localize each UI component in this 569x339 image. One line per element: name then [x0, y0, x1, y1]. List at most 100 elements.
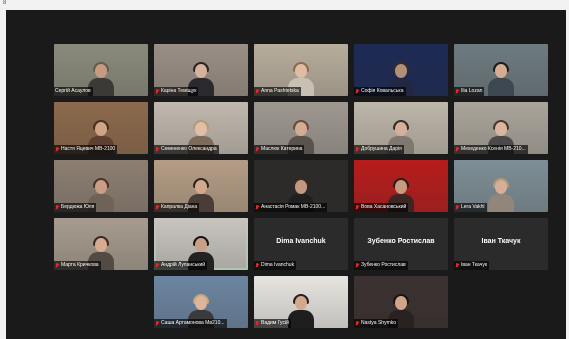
- participant-name-tag: Anna Pashtetska: [254, 87, 301, 96]
- muted-mic-icon: [155, 147, 159, 152]
- zoom-gallery-window: Сергій Асаулов Каріна Теміщук Anna Pashtet…: [6, 10, 566, 339]
- participant-name-label: Каріна Теміщук: [161, 88, 197, 94]
- participant-tile[interactable]: Саша Артамонова Мв210...: [154, 276, 248, 328]
- participant-silhouette: [288, 294, 314, 328]
- participant-name-label: Іван Ткачук: [461, 262, 488, 268]
- participant-tile[interactable]: Іван Ткачук Іван Ткачук: [454, 218, 548, 270]
- muted-mic-icon: [55, 205, 59, 210]
- participant-name-tag: Софія Ковальська: [354, 87, 406, 96]
- participant-name-tag: Бердюжа Юля: [54, 203, 97, 212]
- participant-tile[interactable]: Anna Pashtetska: [254, 44, 348, 96]
- participant-name-tag: Вадим Гусій: [254, 319, 291, 328]
- participant-name-label: Сергій Асаулов: [55, 88, 91, 94]
- muted-mic-icon: [255, 205, 259, 210]
- participant-name-tag: Добрушина Дарія: [354, 145, 404, 154]
- participant-name-label: Бердюжа Юля: [61, 204, 95, 210]
- participant-name-label: Вадим Гусій: [261, 320, 289, 326]
- participant-tile[interactable]: Марта Кричкова: [54, 218, 148, 270]
- participant-name-label: Капралка Діана: [161, 204, 198, 210]
- participant-name-label: Саша Артамонова Мв210...: [161, 320, 225, 326]
- muted-mic-icon: [155, 205, 159, 210]
- participant-name-tag: Зубенко Ростислав: [354, 261, 408, 270]
- muted-mic-icon: [455, 147, 459, 152]
- muted-mic-icon: [255, 321, 259, 326]
- participant-name-tag: Сергій Асаулов: [54, 87, 93, 96]
- participant-name-tag: Саша Артамонова Мв210...: [154, 319, 227, 328]
- participant-name-label: Dima Ivanchuk: [261, 262, 295, 268]
- participant-tile[interactable]: Ilia Lozan: [454, 44, 548, 96]
- participant-tile[interactable]: Dima Ivanchuk Dima Ivanchuk: [254, 218, 348, 270]
- corner-label: 8: [3, 0, 7, 6]
- participant-silhouette: [488, 178, 514, 212]
- participant-name-tag: Андрій Лупанський: [154, 261, 208, 270]
- participant-name-label: Ilia Lozan: [461, 88, 483, 94]
- muted-mic-icon: [355, 147, 359, 152]
- muted-mic-icon: [455, 89, 459, 94]
- muted-mic-icon: [155, 321, 159, 326]
- participant-display-name: Іван Ткачук: [481, 238, 521, 245]
- participant-tile[interactable]: Мехеденко Ксенія МВ-210...: [454, 102, 548, 154]
- muted-mic-icon: [255, 263, 259, 268]
- participant-name-label: Настя Яцевич МВ-2100: [61, 146, 116, 152]
- participant-name-label: Марта Кричкова: [61, 262, 99, 268]
- participant-name-label: Lera Vakhl: [461, 204, 485, 210]
- participant-name-label: Nastya Shymko: [361, 320, 397, 326]
- participant-name-label: Андрій Лупанський: [161, 262, 206, 268]
- participant-name-tag: Мехеденко Ксенія МВ-210...: [454, 145, 528, 154]
- muted-mic-icon: [455, 205, 459, 210]
- participant-name-tag: Dima Ivanchuk: [254, 261, 297, 270]
- participant-silhouette: [488, 62, 514, 96]
- participant-name-tag: Настя Яцевич МВ-2100: [54, 145, 118, 154]
- participant-name-tag: Каріна Теміщук: [154, 87, 199, 96]
- participant-display-name: Dima Ivanchuk: [276, 238, 326, 245]
- participant-name-tag: Ilia Lozan: [454, 87, 485, 96]
- muted-mic-icon: [355, 89, 359, 94]
- muted-mic-icon: [55, 147, 59, 152]
- muted-mic-icon: [355, 321, 359, 326]
- participant-name-label: Вова Хасановський: [361, 204, 407, 210]
- participant-tile[interactable]: Вова Хасановський: [354, 160, 448, 212]
- participant-name-label: Добрушина Дарія: [361, 146, 402, 152]
- participant-name-tag: Анастасія Ромак МВ-2100...: [254, 203, 328, 212]
- participant-name-label: Анастасія Ромак МВ-2100...: [261, 204, 326, 210]
- participant-name-tag: Марта Кричкова: [54, 261, 101, 270]
- participant-tile[interactable]: Добрушина Дарія: [354, 102, 448, 154]
- participant-name-tag: Капралка Діана: [154, 203, 200, 212]
- participant-name-label: Anna Pashtetska: [261, 88, 299, 94]
- participant-grid: Сергій Асаулов Каріна Теміщук Anna Pashtet…: [54, 44, 550, 334]
- muted-mic-icon: [155, 89, 159, 94]
- participant-name-tag: Іван Ткачук: [454, 261, 490, 270]
- participant-name-label: Маслюк Катерина: [261, 146, 303, 152]
- participant-name-label: Семененко Олександра: [161, 146, 217, 152]
- participant-tile[interactable]: Lera Vakhl: [454, 160, 548, 212]
- muted-mic-icon: [355, 205, 359, 210]
- participant-tile[interactable]: Андрій Лупанський: [154, 218, 248, 270]
- participant-tile[interactable]: Вадим Гусій: [254, 276, 348, 328]
- participant-tile[interactable]: Маслюк Катерина: [254, 102, 348, 154]
- muted-mic-icon: [355, 263, 359, 268]
- participant-tile[interactable]: Анастасія Ромак МВ-2100...: [254, 160, 348, 212]
- participant-tile[interactable]: Nastya Shymko: [354, 276, 448, 328]
- muted-mic-icon: [455, 263, 459, 268]
- participant-name-tag: Маслюк Катерина: [254, 145, 305, 154]
- participant-tile[interactable]: Семененко Олександра: [154, 102, 248, 154]
- participant-tile[interactable]: Сергій Асаулов: [54, 44, 148, 96]
- participant-tile[interactable]: Бердюжа Юля: [54, 160, 148, 212]
- participant-name-label: Мехеденко Ксенія МВ-210...: [461, 146, 526, 152]
- participant-name-tag: Вова Хасановський: [354, 203, 409, 212]
- participant-name-label: Софія Ковальська: [361, 88, 404, 94]
- participant-tile[interactable]: Каріна Теміщук: [154, 44, 248, 96]
- participant-name-tag: Семененко Олександра: [154, 145, 219, 154]
- participant-tile[interactable]: Софія Ковальська: [354, 44, 448, 96]
- participant-display-name: Зубенко Ростислав: [367, 238, 435, 245]
- participant-tile[interactable]: Капралка Діана: [154, 160, 248, 212]
- muted-mic-icon: [155, 263, 159, 268]
- participant-name-tag: Nastya Shymko: [354, 319, 399, 328]
- muted-mic-icon: [255, 89, 259, 94]
- participant-name-tag: Lera Vakhl: [454, 203, 487, 212]
- participant-name-label: Зубенко Ростислав: [361, 262, 406, 268]
- participant-tile[interactable]: Зубенко Ростислав Зубенко Ростислав: [354, 218, 448, 270]
- participant-tile[interactable]: Настя Яцевич МВ-2100: [54, 102, 148, 154]
- muted-mic-icon: [255, 147, 259, 152]
- muted-mic-icon: [55, 263, 59, 268]
